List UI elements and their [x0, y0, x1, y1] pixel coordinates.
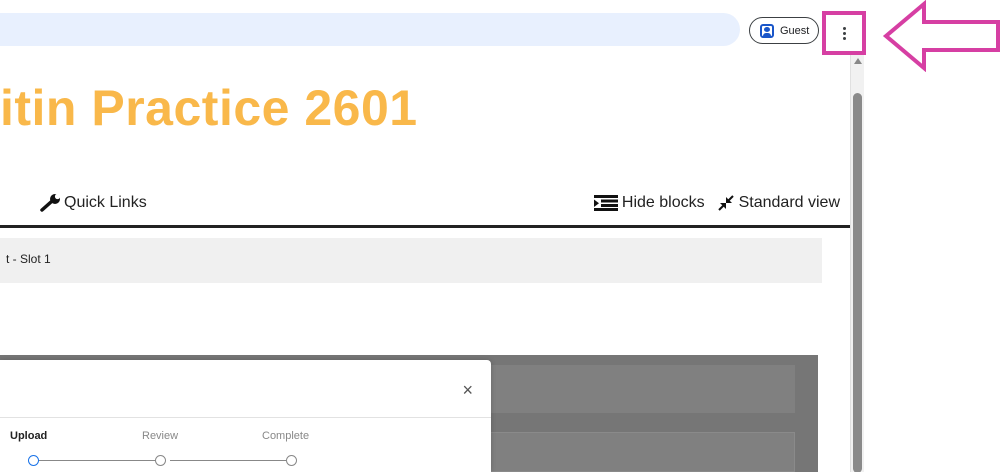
kebab-menu-icon — [842, 26, 846, 40]
step-dot-upload — [28, 455, 39, 466]
profile-label: Guest — [780, 24, 810, 37]
step-label-complete: Complete — [262, 430, 310, 442]
step-connector — [38, 460, 158, 461]
wrench-icon — [40, 194, 61, 212]
profile-icon — [760, 23, 774, 38]
upload-dialog: × Upload Review Complete — [0, 360, 491, 472]
course-nav: Quick Links Hide blocks Standard view — [0, 190, 850, 228]
vertical-scrollbar[interactable] — [850, 55, 864, 472]
backdrop-panel — [490, 432, 795, 472]
hide-blocks-icon — [593, 195, 618, 211]
page-content: itin Practice 2601 Quick Links Hide bloc… — [0, 55, 850, 472]
screen: Guest itin Practice 2601 Quick Links Hid… — [0, 0, 1002, 472]
breadcrumb: t - Slot 1 — [0, 238, 822, 283]
hide-blocks-label: Hide blocks — [621, 194, 705, 211]
step-connector — [170, 460, 286, 461]
step-progress: Upload Review Complete — [0, 430, 491, 470]
standard-view-label: Standard view — [738, 194, 840, 211]
browser-menu-button[interactable] — [822, 11, 866, 55]
compress-icon — [717, 195, 734, 211]
step-dot-complete — [286, 455, 297, 466]
profile-button[interactable]: Guest — [749, 17, 819, 44]
quick-links-label: Quick Links — [64, 194, 147, 211]
address-bar[interactable] — [0, 13, 740, 46]
scroll-thumb[interactable] — [853, 93, 862, 472]
backdrop-panel — [490, 365, 795, 413]
hide-blocks-button[interactable]: Hide blocks — [593, 194, 705, 212]
course-title: itin Practice 2601 — [0, 80, 418, 136]
step-label-upload: Upload — [10, 430, 48, 442]
step-label-review: Review — [142, 430, 179, 442]
breadcrumb-text: t - Slot 1 — [6, 252, 51, 266]
view-controls: Hide blocks Standard view — [593, 194, 840, 212]
step-dot-review — [155, 455, 166, 466]
standard-view-button[interactable]: Standard view — [717, 194, 840, 212]
annotation-arrow-icon — [882, 0, 1000, 72]
dialog-header: × — [0, 360, 491, 418]
quick-links-link[interactable]: Quick Links — [40, 194, 147, 212]
scroll-up-arrow-icon[interactable] — [854, 58, 862, 64]
close-button[interactable]: × — [462, 380, 473, 401]
